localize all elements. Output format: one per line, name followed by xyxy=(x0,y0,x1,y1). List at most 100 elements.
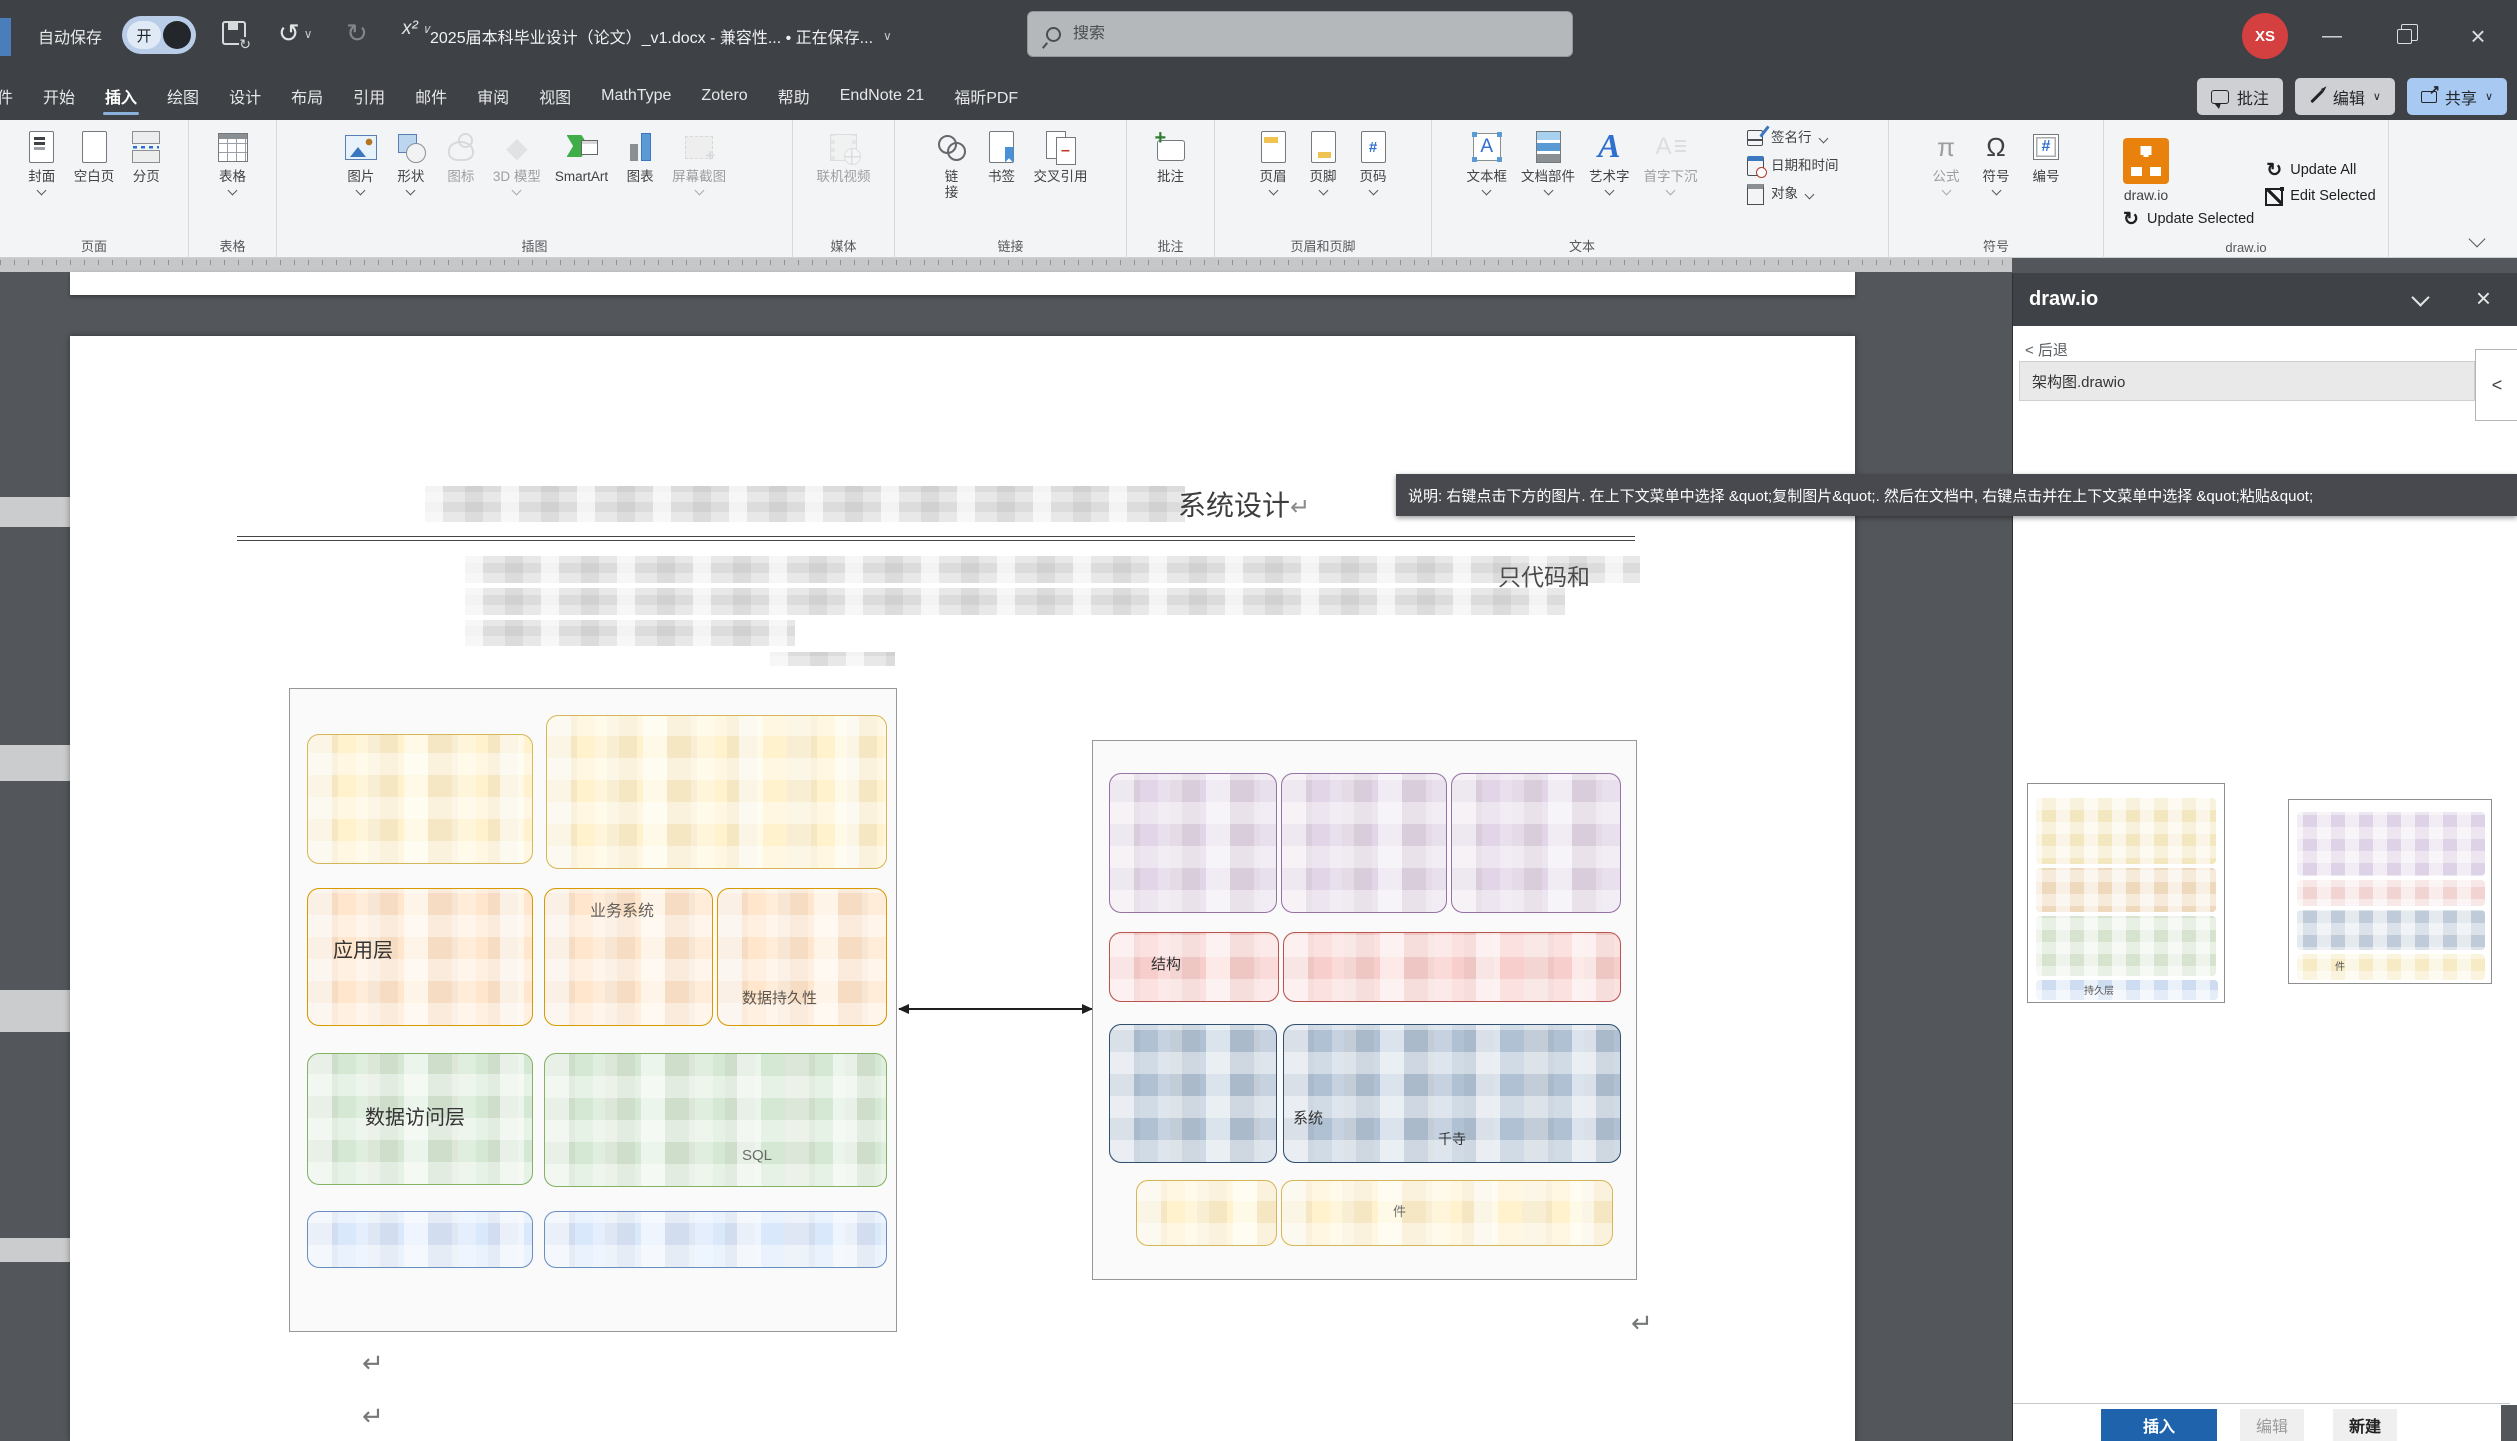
panel-collapse-chevron-icon[interactable] xyxy=(2411,288,2429,306)
comments-button[interactable]: 批注 xyxy=(2197,78,2283,115)
ribbon-button[interactable]: 页脚 xyxy=(1298,125,1348,197)
ribbon-button[interactable]: 空白页 xyxy=(67,125,122,197)
drawio-file-item[interactable]: 架构图.drawio xyxy=(2019,361,2475,401)
ribbon-button-icon xyxy=(622,128,658,166)
ribbon-button[interactable]: 文本框 xyxy=(1460,125,1515,197)
diagram-label: 千寺 xyxy=(1438,1129,1466,1149)
minimize-button[interactable]: — xyxy=(2300,0,2364,72)
superscript-button[interactable]: x²∨ xyxy=(402,18,431,40)
ribbon-button[interactable]: 页眉 xyxy=(1248,125,1298,197)
ribbon-button-icon xyxy=(499,128,535,166)
ribbon-button[interactable]: 日期和时间 xyxy=(1740,153,1844,179)
ribbon-button[interactable]: 文档部件 xyxy=(1514,125,1582,197)
editing-mode-button[interactable]: 编辑 ∨ xyxy=(2295,78,2395,115)
ribbon-button[interactable]: 表格 xyxy=(208,125,258,197)
ribbon-tab[interactable]: 开始 xyxy=(28,72,90,120)
title-caret-icon[interactable]: ∨ xyxy=(883,29,892,43)
ribbon-tab[interactable]: 插入 xyxy=(90,72,152,120)
ribbon-button[interactable]: 书签 xyxy=(977,125,1027,203)
ribbon-button-icon xyxy=(1745,184,1765,204)
diagram-block xyxy=(1109,773,1277,913)
text-fragment: 只代码和 xyxy=(1498,558,1590,592)
diagram-thumbnail-1[interactable]: 持久层 xyxy=(2027,783,2225,1003)
ribbon-button-label: 文本框 xyxy=(1467,169,1508,185)
panel-scrollbar[interactable] xyxy=(2501,1405,2517,1441)
ribbon-tab[interactable]: 绘图 xyxy=(152,72,214,120)
ribbon-button[interactable]: 3D 模型 xyxy=(486,125,548,197)
redo-button[interactable]: ↻ xyxy=(346,18,368,49)
ribbon-button-icon xyxy=(2028,128,2064,166)
ribbon-button[interactable]: 页码 xyxy=(1348,125,1398,197)
ribbon-tab[interactable]: 邮件 xyxy=(400,72,462,120)
ribbon-group-items: 批注 xyxy=(1127,120,1214,188)
panel-close-icon[interactable]: × xyxy=(2476,283,2491,314)
close-button[interactable]: × xyxy=(2446,0,2510,72)
ribbon-button[interactable]: 形状 xyxy=(386,125,436,197)
ribbon-button[interactable]: 交叉引用 xyxy=(1027,125,1095,203)
new-diagram-button[interactable]: 新建 xyxy=(2333,1409,2397,1441)
ribbon-tab[interactable]: 布局 xyxy=(276,72,338,120)
ribbon-button[interactable]: Edit Selected xyxy=(2259,184,2380,210)
ribbon-button[interactable]: 图标 xyxy=(436,125,486,197)
undo-button[interactable]: ↺∨ xyxy=(278,18,313,49)
ribbon-button[interactable]: 链接 xyxy=(927,125,977,203)
ribbon-button-label: 文档部件 xyxy=(1521,169,1575,185)
share-icon xyxy=(2421,91,2437,103)
save-button[interactable] xyxy=(222,18,250,48)
ribbon-tab[interactable]: 审阅 xyxy=(462,72,524,120)
ribbon-button-icon xyxy=(1305,128,1341,166)
ribbon-button[interactable]: draw.io xyxy=(2116,135,2176,206)
superscript-label: x² xyxy=(402,18,418,40)
ribbon-tab[interactable]: 视图 xyxy=(524,72,586,120)
ribbon-button[interactable]: 图片 xyxy=(336,125,386,197)
ribbon-button-icon xyxy=(1653,128,1689,166)
ribbon-button[interactable]: 图表 xyxy=(615,125,665,197)
ribbon-button[interactable]: 编号 xyxy=(2021,125,2071,197)
ribbon-button[interactable]: Update All xyxy=(2259,158,2361,184)
avatar[interactable]: XS xyxy=(2242,13,2288,59)
ribbon-tab[interactable]: 帮助 xyxy=(763,72,825,120)
undo-caret-icon: ∨ xyxy=(304,27,313,41)
autosave-toggle[interactable]: 开 xyxy=(122,16,196,54)
ribbon-button[interactable]: 公式 xyxy=(1921,125,1971,197)
ribbon-tab[interactable]: 设计 xyxy=(214,72,276,120)
ribbon-tab[interactable]: 福昕PDF xyxy=(939,72,1033,120)
ribbon-button[interactable]: 联机视频 xyxy=(810,125,878,188)
ribbon-button-icon xyxy=(1591,128,1627,166)
search-input[interactable] xyxy=(1073,25,1533,43)
ribbon-button-icon xyxy=(443,128,479,166)
ribbon-button[interactable]: SmartArt xyxy=(548,125,615,197)
ribbon-button[interactable]: 首字下沉 xyxy=(1637,125,1705,197)
ribbon-button[interactable]: 签名行 xyxy=(1740,125,1832,151)
panel-side-collapse-button[interactable]: < xyxy=(2475,349,2517,421)
share-caret-icon: ∨ xyxy=(2485,90,2493,103)
ribbon-button[interactable]: 艺术字 xyxy=(1582,125,1637,197)
diagram-thumbnail-2[interactable]: 件 xyxy=(2288,799,2492,984)
diagram-label: 应用层 xyxy=(333,934,393,963)
ribbon-button[interactable]: 封面 xyxy=(17,125,67,197)
architecture-diagram-right[interactable]: 结构 系统 千寺 件 xyxy=(1092,740,1637,1280)
insert-diagram-button[interactable]: 插入 xyxy=(2101,1409,2217,1441)
architecture-diagram-left[interactable]: 应用层 业务系统 数据持久性 数据访问层 SQL xyxy=(289,688,897,1332)
ribbon-tab[interactable]: EndNote 21 xyxy=(825,72,940,120)
ribbon-tab[interactable]: 引用 xyxy=(338,72,400,120)
panel-back-link[interactable]: < 后退 xyxy=(2025,339,2068,360)
search-box[interactable] xyxy=(1027,11,1573,57)
restore-icon xyxy=(2397,29,2412,44)
ribbon-button[interactable]: 对象 xyxy=(1740,181,1818,207)
ribbon-button[interactable]: 符号 xyxy=(1971,125,2021,197)
ribbon-button-icon xyxy=(564,128,600,166)
ribbon-button[interactable]: 分页 xyxy=(121,125,171,197)
ribbon-tab[interactable]: MathType xyxy=(586,72,686,120)
edit-diagram-button[interactable]: 编辑 xyxy=(2240,1409,2304,1441)
restore-button[interactable] xyxy=(2372,0,2436,72)
autosave-toggle-knob xyxy=(163,21,191,49)
ribbon-button[interactable]: 屏幕截图 xyxy=(665,125,733,197)
ribbon-button[interactable]: 批注 xyxy=(1146,125,1196,188)
paragraph-mark: ↵ xyxy=(1290,495,1310,521)
ribbon-tab[interactable]: Zotero xyxy=(686,72,762,120)
ribbon-button[interactable]: Update Selected xyxy=(2116,206,2259,232)
ribbon-tab[interactable]: 文件 xyxy=(0,72,28,120)
dropdown-caret-icon xyxy=(1604,185,1614,195)
share-button[interactable]: 共享 ∨ xyxy=(2407,78,2507,115)
